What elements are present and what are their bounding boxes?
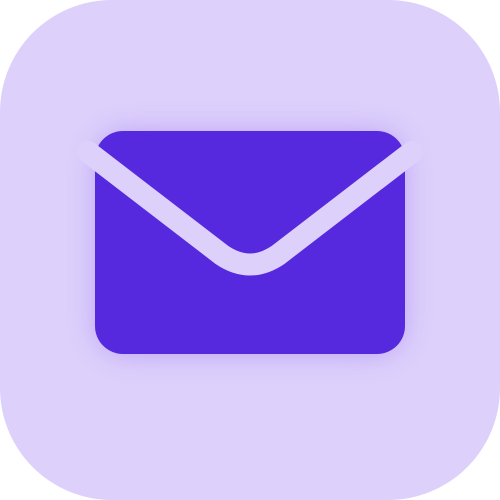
app-icon-canvas	[0, 0, 500, 500]
mail-app-icon[interactable]	[0, 0, 500, 500]
envelope-body	[95, 131, 405, 354]
envelope-icon	[77, 131, 423, 354]
